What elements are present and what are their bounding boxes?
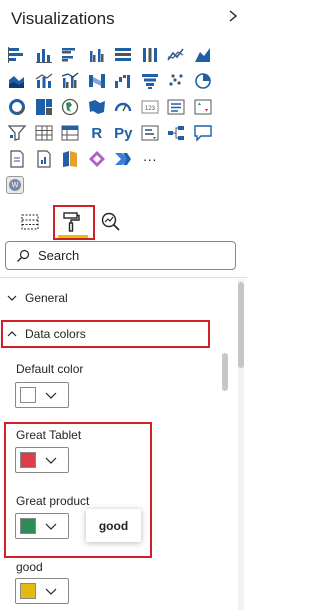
good-label: good [16, 560, 43, 574]
python-visual-icon[interactable]: Py [110, 120, 137, 146]
highlight-data-colors [1, 320, 210, 348]
default-color-swatch [20, 387, 36, 403]
scrollbar-thumb[interactable] [238, 282, 244, 368]
line-and-clustered-column-icon[interactable] [57, 68, 84, 94]
good-color-picker[interactable] [15, 578, 69, 604]
waterfall-chart-icon[interactable] [110, 68, 137, 94]
funnel-chart-icon[interactable] [137, 68, 164, 94]
chevron-down-icon [45, 392, 57, 399]
decomposition-tree-icon[interactable] [163, 120, 190, 146]
line-and-stacked-column-icon[interactable] [31, 68, 58, 94]
azure-map-icon[interactable] [57, 146, 84, 172]
visual-type-grid: 123 R Py ··· [4, 42, 224, 172]
smart-narrative-icon[interactable] [4, 146, 31, 172]
divider [0, 277, 247, 278]
power-automate-icon[interactable] [110, 146, 137, 172]
chevron-down-icon [45, 588, 57, 595]
tooltip: good [86, 509, 141, 542]
fields-icon [21, 214, 39, 230]
100-stacked-bar-chart-icon[interactable] [110, 42, 137, 68]
treemap-icon[interactable] [31, 94, 58, 120]
scatter-chart-icon[interactable] [163, 68, 190, 94]
default-color-label: Default color [16, 362, 84, 376]
line-chart-icon[interactable] [163, 42, 190, 68]
power-apps-icon[interactable] [84, 146, 111, 172]
qa-icon[interactable] [190, 120, 217, 146]
card-icon[interactable]: 123 [137, 94, 164, 120]
search-placeholder: Search [38, 248, 80, 263]
chevron-down-icon [7, 295, 17, 301]
visualizations-pane: Visualizations 123 R Py ··· W Search Gen… [0, 0, 247, 610]
more-visuals-icon[interactable]: ··· [137, 146, 164, 172]
chevron-right-icon[interactable] [226, 8, 240, 24]
clustered-bar-chart-icon[interactable] [57, 42, 84, 68]
analytics-tab[interactable] [96, 205, 126, 239]
paginated-report-icon[interactable] [31, 146, 58, 172]
section-general[interactable]: General [6, 291, 68, 305]
map-icon[interactable] [57, 94, 84, 120]
pane-title: Visualizations [11, 9, 115, 28]
default-color-picker[interactable] [15, 382, 69, 408]
table-icon[interactable] [31, 120, 58, 146]
good-swatch [20, 583, 36, 599]
inner-scrollbar-thumb[interactable] [222, 353, 228, 391]
svg-text:123: 123 [145, 106, 156, 112]
clustered-column-chart-icon[interactable] [84, 42, 111, 68]
highlight-format-tab [53, 205, 95, 240]
fields-tab[interactable] [15, 205, 45, 239]
100-stacked-column-chart-icon[interactable] [137, 42, 164, 68]
gauge-icon[interactable] [110, 94, 137, 120]
r-visual-icon[interactable]: R [84, 120, 111, 146]
search-icon [17, 249, 30, 262]
stacked-area-chart-icon[interactable] [4, 68, 31, 94]
matrix-icon[interactable] [57, 120, 84, 146]
kpi-icon[interactable] [190, 94, 217, 120]
pie-chart-icon[interactable] [190, 68, 217, 94]
section-general-label: General [25, 291, 68, 305]
area-chart-icon[interactable] [190, 42, 217, 68]
multi-row-card-icon[interactable] [163, 94, 190, 120]
filled-map-icon[interactable] [84, 94, 111, 120]
stacked-bar-chart-icon[interactable] [4, 42, 31, 68]
donut-chart-icon[interactable] [4, 94, 31, 120]
analytics-magnifier-icon [101, 212, 120, 231]
search-input[interactable]: Search [5, 241, 236, 270]
slicer-icon[interactable] [4, 120, 31, 146]
key-influencers-icon[interactable] [137, 120, 164, 146]
custom-visual-icon[interactable]: W [6, 176, 24, 194]
stacked-column-chart-icon[interactable] [31, 42, 58, 68]
ribbon-chart-icon[interactable] [84, 68, 111, 94]
